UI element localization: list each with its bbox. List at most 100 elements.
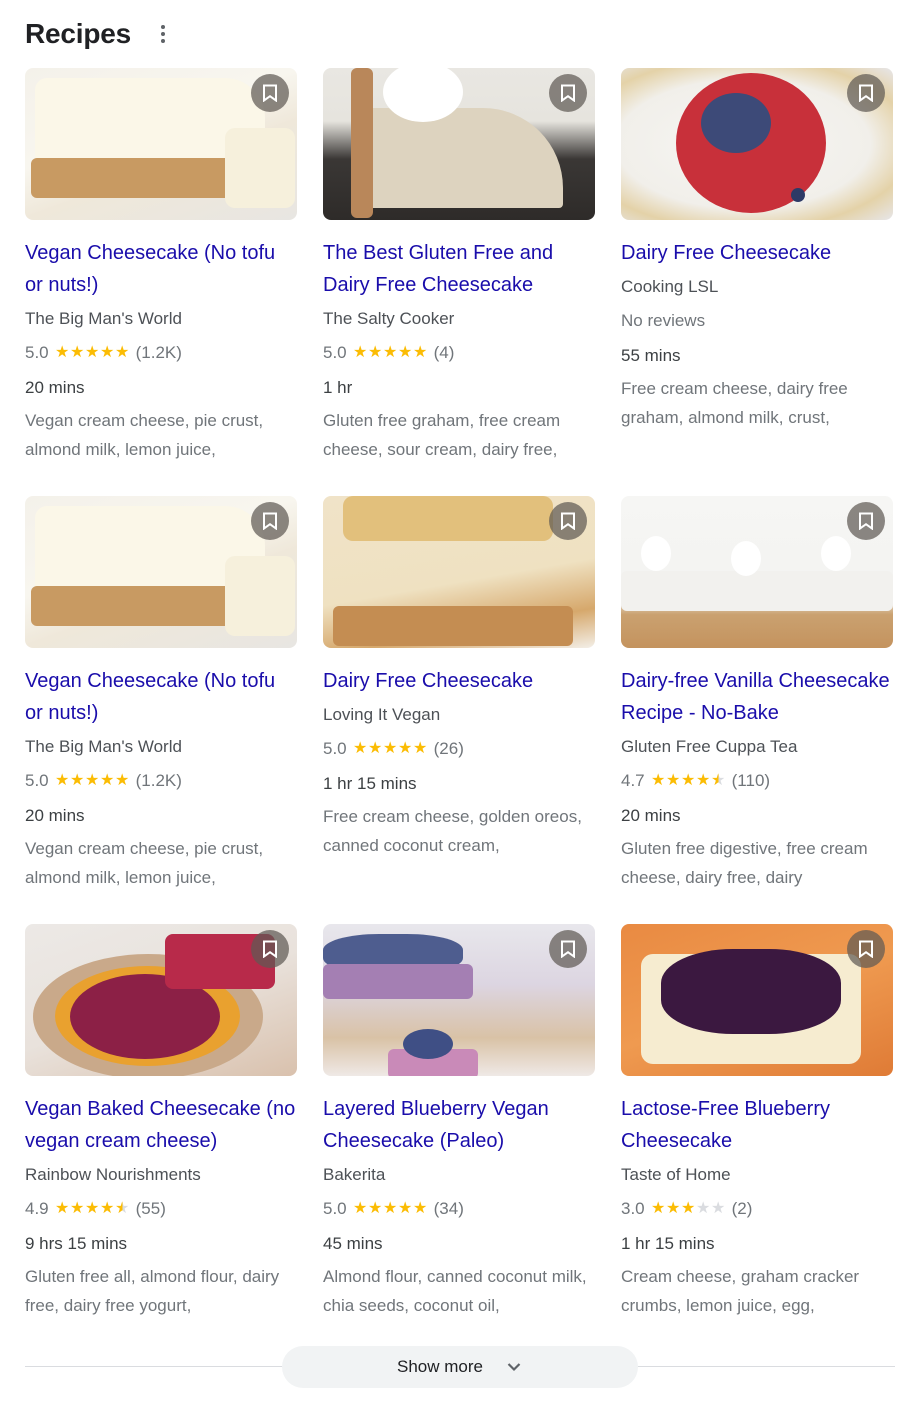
star-icon: ★ bbox=[69, 344, 85, 361]
star-icon: ★ bbox=[367, 740, 383, 757]
recipe-ingredients: Free cream cheese, golden oreos, canned … bbox=[323, 807, 582, 855]
recipe-card[interactable]: Lactose-Free Blueberry Cheesecake Taste … bbox=[621, 924, 893, 1352]
recipe-source: Taste of Home bbox=[621, 1165, 731, 1184]
rating-stars: ★ ★ ★ ★ ★ bbox=[353, 345, 428, 361]
recipe-rating: 4.9 ★ ★ ★ ★ ★ (55) bbox=[25, 1192, 297, 1226]
recipe-image[interactable] bbox=[323, 496, 595, 648]
more-options-button[interactable] bbox=[151, 16, 175, 52]
recipe-image[interactable] bbox=[621, 924, 893, 1076]
bookmark-icon bbox=[859, 512, 873, 530]
star-icon: ★ bbox=[99, 344, 115, 361]
star-icon: ★ bbox=[99, 772, 115, 789]
rating-stars: ★ ★ ★ ★ ★ bbox=[55, 345, 130, 361]
photo-detail bbox=[343, 496, 553, 541]
recipe-image[interactable] bbox=[323, 68, 595, 220]
recipe-rating: 4.7 ★ ★ ★ ★ ★ (110) bbox=[621, 764, 893, 798]
recipe-rating: 5.0 ★ ★ ★ ★ ★ (34) bbox=[323, 1192, 595, 1226]
save-recipe-button[interactable] bbox=[847, 930, 885, 968]
photo-detail bbox=[731, 541, 761, 576]
star-icon: ★ bbox=[352, 1200, 368, 1217]
star-icon: ★ bbox=[397, 1200, 413, 1217]
recipe-card[interactable]: Vegan Baked Cheesecake (no vegan cream c… bbox=[25, 924, 297, 1352]
recipe-rating: 3.0 ★ ★ ★ ★ ★ (2) bbox=[621, 1192, 893, 1226]
photo-detail bbox=[333, 606, 573, 646]
star-icon: ★ bbox=[84, 344, 100, 361]
star-icon: ★ bbox=[54, 344, 70, 361]
save-recipe-button[interactable] bbox=[549, 74, 587, 112]
star-icon: ★ bbox=[412, 344, 428, 361]
recipe-image[interactable] bbox=[323, 924, 595, 1076]
recipe-time: 20 mins bbox=[25, 806, 85, 825]
recipe-card[interactable]: Dairy-free Vanilla Cheesecake Recipe - N… bbox=[621, 496, 893, 924]
star-icon: ★ bbox=[84, 1200, 100, 1217]
star-icon: ★ bbox=[397, 740, 413, 757]
recipe-rating: 5.0 ★ ★ ★ ★ ★ (4) bbox=[323, 336, 595, 370]
more-vert-icon-dot bbox=[161, 32, 165, 36]
recipe-card[interactable]: Dairy Free Cheesecake Loving It Vegan 5.… bbox=[323, 496, 595, 924]
star-icon: ★ bbox=[99, 1200, 115, 1217]
recipe-image[interactable] bbox=[621, 496, 893, 648]
recipe-image[interactable] bbox=[25, 496, 297, 648]
recipe-card[interactable]: Vegan Cheesecake (No tofu or nuts!) The … bbox=[25, 496, 297, 924]
recipe-title[interactable]: Vegan Baked Cheesecake (no vegan cream c… bbox=[25, 1093, 297, 1157]
recipe-card[interactable]: Layered Blueberry Vegan Cheesecake (Pale… bbox=[323, 924, 595, 1352]
recipe-card[interactable]: The Best Gluten Free and Dairy Free Chee… bbox=[323, 68, 595, 496]
section-header: Recipes bbox=[25, 14, 175, 54]
photo-detail bbox=[31, 158, 231, 198]
recipe-image[interactable] bbox=[25, 924, 297, 1076]
photo-detail bbox=[225, 128, 295, 208]
recipe-source: Cooking LSL bbox=[621, 277, 719, 296]
recipe-title[interactable]: Layered Blueberry Vegan Cheesecake (Pale… bbox=[323, 1093, 595, 1157]
recipe-image[interactable] bbox=[621, 68, 893, 220]
recipe-rating: 5.0 ★ ★ ★ ★ ★ (1.2K) bbox=[25, 336, 297, 370]
star-icon: ★ bbox=[710, 1200, 726, 1217]
star-icon: ★ bbox=[680, 1200, 696, 1217]
star-icon: ★ bbox=[665, 1200, 681, 1217]
star-icon: ★ bbox=[382, 344, 398, 361]
recipe-source: Gluten Free Cuppa Tea bbox=[621, 737, 798, 756]
save-recipe-button[interactable] bbox=[847, 502, 885, 540]
star-icon: ★ bbox=[397, 344, 413, 361]
recipe-source: Loving It Vegan bbox=[323, 705, 441, 724]
recipe-image[interactable] bbox=[25, 68, 297, 220]
recipe-title[interactable]: Lactose-Free Blueberry Cheesecake bbox=[621, 1093, 893, 1157]
save-recipe-button[interactable] bbox=[549, 930, 587, 968]
review-count: (55) bbox=[135, 1199, 166, 1218]
bookmark-icon bbox=[561, 84, 575, 102]
photo-detail bbox=[225, 556, 295, 636]
star-icon: ★ bbox=[382, 740, 398, 757]
save-recipe-button[interactable] bbox=[251, 930, 289, 968]
review-count: (1.2K) bbox=[135, 343, 182, 362]
review-count: (1.2K) bbox=[135, 771, 182, 790]
star-icon: ★ bbox=[695, 772, 711, 789]
recipe-source: The Big Man's World bbox=[25, 737, 182, 756]
more-vert-icon-dot bbox=[161, 25, 165, 29]
bookmark-icon bbox=[859, 84, 873, 102]
recipe-ingredients: Gluten free graham, free cream cheese, s… bbox=[323, 411, 561, 459]
star-icon: ★ bbox=[352, 740, 368, 757]
recipe-ingredients: Almond flour, canned coconut milk, chia … bbox=[323, 1267, 587, 1315]
recipe-title[interactable]: Vegan Cheesecake (No tofu or nuts!) bbox=[25, 237, 297, 301]
star-icon: ★ bbox=[680, 772, 696, 789]
photo-detail bbox=[621, 571, 893, 611]
bookmark-icon bbox=[263, 940, 277, 958]
recipe-title[interactable]: Dairy-free Vanilla Cheesecake Recipe - N… bbox=[621, 665, 893, 729]
rating-value: 5.0 bbox=[323, 1199, 347, 1218]
save-recipe-button[interactable] bbox=[847, 74, 885, 112]
save-recipe-button[interactable] bbox=[251, 502, 289, 540]
recipe-card[interactable]: Vegan Cheesecake (No tofu or nuts!) The … bbox=[25, 68, 297, 496]
photo-detail bbox=[31, 586, 231, 626]
save-recipe-button[interactable] bbox=[251, 74, 289, 112]
chevron-down-icon bbox=[507, 1363, 521, 1372]
recipe-time: 45 mins bbox=[323, 1234, 383, 1253]
recipe-title[interactable]: Vegan Cheesecake (No tofu or nuts!) bbox=[25, 665, 297, 729]
recipe-title[interactable]: The Best Gluten Free and Dairy Free Chee… bbox=[323, 237, 595, 301]
recipe-title[interactable]: Dairy Free Cheesecake bbox=[323, 665, 595, 697]
recipe-card[interactable]: Dairy Free Cheesecake Cooking LSL No rev… bbox=[621, 68, 893, 496]
recipe-title[interactable]: Dairy Free Cheesecake bbox=[621, 237, 893, 269]
show-more-button[interactable]: Show more bbox=[282, 1346, 638, 1388]
save-recipe-button[interactable] bbox=[549, 502, 587, 540]
photo-detail bbox=[351, 68, 373, 218]
rating-value: 5.0 bbox=[25, 771, 49, 790]
review-count: (2) bbox=[731, 1199, 753, 1218]
